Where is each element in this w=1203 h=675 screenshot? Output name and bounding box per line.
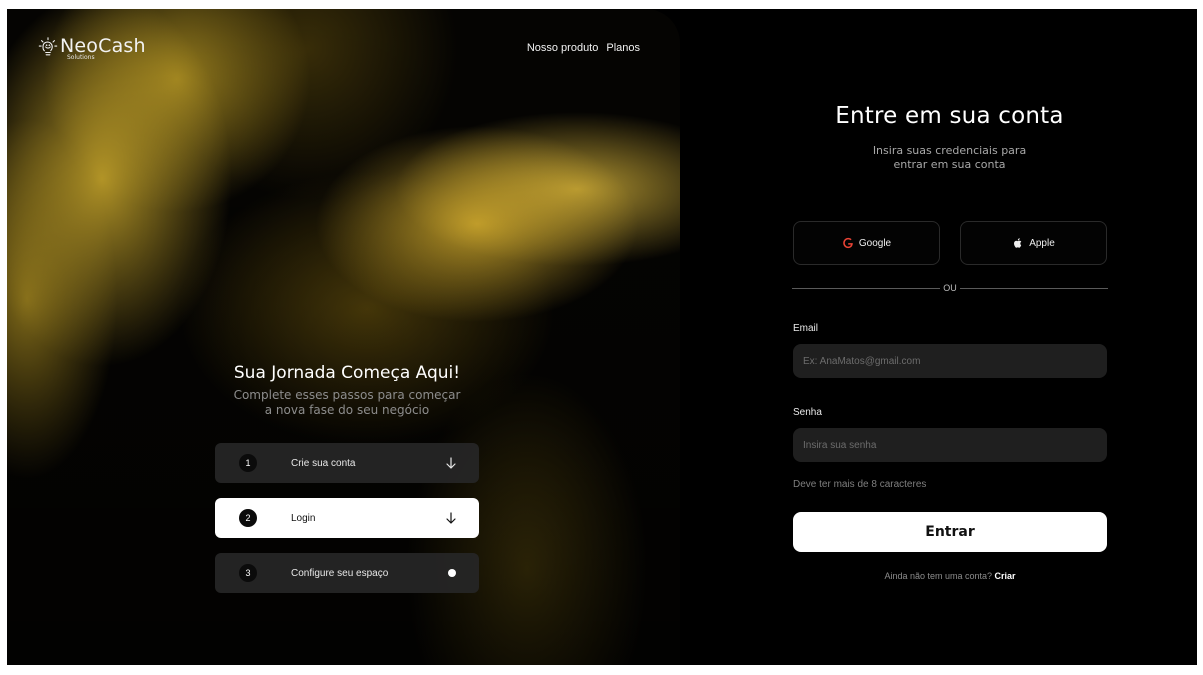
login-subtitle-line2: entrar em sua conta bbox=[893, 158, 1006, 171]
or-divider: OU bbox=[792, 282, 1108, 294]
step-configure-space[interactable]: 3 Configure seu espaço bbox=[215, 553, 479, 593]
login-subtitle-line1: Insira suas credenciais para bbox=[872, 144, 1027, 157]
onboarding-steps: 1 Crie sua conta 2 Login 3 Configure seu… bbox=[215, 443, 479, 608]
social-login: Google Apple bbox=[793, 221, 1107, 265]
step-login[interactable]: 2 Login bbox=[215, 498, 479, 538]
login-title: Entre em sua conta bbox=[835, 103, 1064, 129]
apple-label: Apple bbox=[1029, 237, 1055, 249]
hero-panel: NeoCash Solutions Nosso produto Planos S… bbox=[7, 9, 680, 665]
hero-subtitle-line2: a nova fase do seu negócio bbox=[264, 403, 430, 417]
hero-subtitle: Complete esses passos para começar a nov… bbox=[202, 388, 492, 418]
email-label: Email bbox=[793, 323, 819, 334]
divider-text: OU bbox=[943, 283, 957, 293]
signup-link[interactable]: Criar bbox=[995, 571, 1016, 581]
password-hint: Deve ter mais de 8 caracteres bbox=[793, 479, 927, 490]
google-icon bbox=[843, 237, 853, 249]
apple-icon bbox=[1014, 238, 1022, 248]
nav-item-produto[interactable]: Nosso produto bbox=[527, 42, 599, 54]
dot-icon bbox=[448, 569, 456, 577]
login-subtitle: Insira suas credenciais para entrar em s… bbox=[792, 144, 1107, 172]
brand-subtitle: Solutions bbox=[67, 54, 95, 61]
divider-line bbox=[959, 287, 1108, 289]
hero-subtitle-line1: Complete esses passos para começar bbox=[233, 388, 461, 402]
arrow-down-icon bbox=[446, 457, 456, 469]
step-label: Crie sua conta bbox=[291, 457, 356, 469]
lightbulb-icon bbox=[38, 37, 58, 56]
signup-text: Ainda não tem uma conta? bbox=[884, 571, 993, 581]
google-button[interactable]: Google bbox=[793, 221, 940, 265]
login-button[interactable]: Entrar bbox=[793, 512, 1107, 552]
apple-button[interactable]: Apple bbox=[960, 221, 1107, 265]
password-label: Senha bbox=[793, 407, 822, 418]
app-frame: NeoCash Solutions Nosso produto Planos S… bbox=[7, 9, 1197, 665]
password-field[interactable] bbox=[793, 428, 1107, 462]
step-label: Login bbox=[291, 512, 316, 524]
step-number: 2 bbox=[239, 509, 257, 527]
hero-title: Sua Jornada Começa Aqui! bbox=[233, 363, 461, 383]
step-label: Configure seu espaço bbox=[291, 567, 389, 579]
arrow-down-icon bbox=[446, 512, 456, 524]
step-number: 3 bbox=[239, 564, 257, 582]
google-label: Google bbox=[858, 237, 892, 249]
top-nav: Nosso produto Planos bbox=[527, 42, 640, 54]
nav-item-planos[interactable]: Planos bbox=[606, 42, 640, 54]
signup-prompt: Ainda não tem uma conta? Criar bbox=[792, 571, 1108, 581]
step-number: 1 bbox=[239, 454, 257, 472]
email-field[interactable] bbox=[793, 344, 1107, 378]
divider-line bbox=[792, 287, 941, 289]
brand-logo[interactable]: NeoCash Solutions bbox=[37, 35, 146, 61]
step-create-account[interactable]: 1 Crie sua conta bbox=[215, 443, 479, 483]
